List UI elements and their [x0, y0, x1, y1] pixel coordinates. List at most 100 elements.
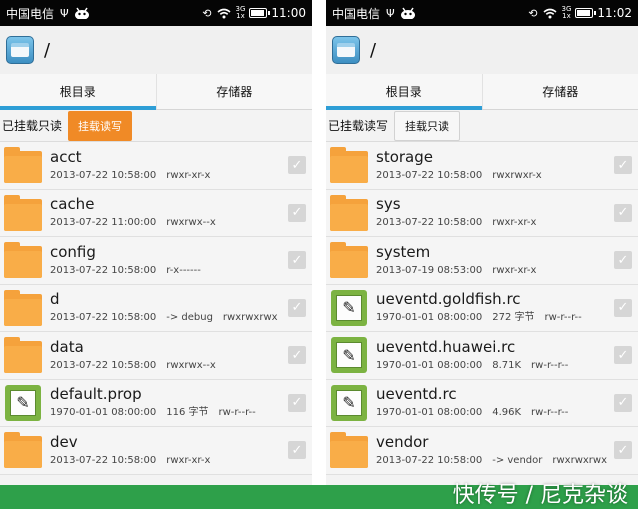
wifi-icon	[543, 8, 557, 19]
wifi-icon	[217, 8, 231, 19]
file-text: acct 2013-07-22 10:58:00 rwxr-xr-x	[50, 148, 312, 183]
file-date: 2013-07-22 10:58:00	[50, 312, 157, 324]
file-row[interactable]: ✎ ueventd.huawei.rc 1970-01-01 08:00:00 8.7…	[326, 332, 638, 380]
edit-file-icon: ✎	[4, 384, 42, 422]
file-text: sys 2013-07-22 10:58:00 rwxr-xr-x	[376, 195, 638, 230]
file-text: config 2013-07-22 10:58:00 r-x------	[50, 243, 312, 278]
watermark: 快传号 / 尼克杂谈	[452, 483, 628, 508]
select-checkbox[interactable]: ✓	[288, 203, 306, 222]
edit-file-icon: ✎	[330, 289, 368, 327]
select-checkbox[interactable]: ✓	[614, 203, 632, 222]
battery-icon	[249, 8, 271, 18]
check-icon: ✓	[291, 252, 303, 268]
file-row[interactable]: sys 2013-07-22 10:58:00 rwxr-xr-x ✓	[326, 189, 638, 237]
file-row[interactable]: storage 2013-07-22 10:58:00 rwxrwxr-x ✓	[326, 142, 638, 190]
file-name: d	[50, 290, 60, 309]
file-meta: 2013-07-22 10:58:00 r-x------	[50, 264, 312, 278]
file-row[interactable]: dev 2013-07-22 10:58:00 rwxr-xr-x ✓	[0, 427, 312, 475]
file-name: system	[376, 242, 431, 261]
file-info: 4.96K	[492, 407, 522, 419]
file-date: 2013-07-22 10:58:00	[50, 169, 157, 181]
file-row[interactable]: ✎ default.prop 1970-01-01 08:00:00 116 字节 rw…	[0, 379, 312, 427]
check-icon: ✓	[617, 252, 629, 268]
select-checkbox[interactable]: ✓	[614, 156, 632, 174]
file-date: 2013-07-22 10:58:00	[376, 217, 483, 229]
select-checkbox[interactable]: ✓	[288, 346, 306, 364]
folder-icon	[330, 431, 368, 469]
file-date: 1970-01-01 08:00:00	[376, 359, 483, 371]
folder-icon	[4, 146, 42, 184]
battery-icon	[575, 8, 597, 18]
file-row[interactable]: data 2013-07-22 10:58:00 rwxrwx--x ✓	[0, 332, 312, 380]
select-checkbox[interactable]: ✓	[288, 251, 306, 269]
file-name: ueventd.goldfish.rc	[376, 290, 521, 309]
select-checkbox[interactable]: ✓	[614, 251, 632, 269]
file-row[interactable]: acct 2013-07-22 10:58:00 rwxr-xr-x ✓	[0, 142, 312, 190]
carrier-name: 中国电信	[332, 6, 381, 21]
file-text: storage 2013-07-22 10:58:00 rwxrwxr-x	[376, 148, 638, 183]
tab-root[interactable]: 根目录	[0, 74, 156, 110]
tab-root[interactable]: 根目录	[326, 74, 482, 110]
carrier-name: 中国电信	[6, 6, 55, 21]
file-row[interactable]: cache 2013-07-22 11:00:00 rwxrwx--x ✓	[0, 189, 312, 237]
status-bar: 中国电信 Ψ ⟲ 3G 1x 11:02	[326, 0, 638, 26]
file-name: ueventd.huawei.rc	[376, 337, 516, 356]
mount-read-only-button[interactable]: 挂载只读	[394, 110, 461, 141]
file-text: data 2013-07-22 10:58:00 rwxrwx--x	[50, 338, 312, 373]
usb-icon: Ψ	[60, 6, 69, 20]
phone-screen-right: 中国电信 Ψ ⟲ 3G 1x 11:02 / 根目录 存储器 已挂载读写 挂载只…	[326, 0, 638, 485]
select-checkbox[interactable]: ✓	[614, 393, 632, 412]
tab-storage[interactable]: 存储器	[155, 74, 313, 109]
file-meta: 2013-07-22 11:00:00 rwxrwx--x	[50, 216, 312, 230]
file-permissions: rw-r--r--	[544, 312, 582, 324]
folder-icon	[330, 146, 368, 184]
file-name: ueventd.rc	[376, 385, 457, 404]
file-date: 1970-01-01 08:00:00	[50, 407, 157, 419]
file-row[interactable]: config 2013-07-22 10:58:00 r-x------ ✓	[0, 237, 312, 285]
file-meta: 2013-07-22 10:58:00 -> vendor rwxrwxrwx	[376, 454, 638, 468]
file-permissions: rwxrwxrwx	[552, 454, 607, 466]
file-row[interactable]: d 2013-07-22 10:58:00 -> debug rwxrwxrwx ✓	[0, 284, 312, 332]
current-path: /	[44, 39, 51, 61]
file-manager-app-icon[interactable]	[332, 36, 360, 64]
file-meta: 2013-07-22 10:58:00 rwxr-xr-x	[376, 216, 638, 230]
usb-icon: Ψ	[386, 6, 395, 20]
file-meta: 2013-07-22 10:58:00 -> debug rwxrwxrwx	[50, 311, 312, 325]
select-checkbox[interactable]: ✓	[288, 441, 306, 459]
select-checkbox[interactable]: ✓	[288, 156, 306, 174]
select-checkbox[interactable]: ✓	[614, 346, 632, 364]
file-row[interactable]: system 2013-07-19 08:53:00 rwxr-xr-x ✓	[326, 237, 638, 285]
file-row[interactable]: vendor 2013-07-22 10:58:00 -> vendor rwxrwx…	[326, 427, 638, 475]
file-meta: 1970-01-01 08:00:00 8.71K rw-r--r--	[376, 359, 638, 373]
select-checkbox[interactable]: ✓	[288, 393, 306, 412]
file-manager-app-icon[interactable]	[6, 36, 34, 64]
mount-read-write-button[interactable]: 挂载读写	[68, 110, 133, 141]
file-date: 2013-07-22 10:58:00	[376, 454, 483, 466]
clock: 11:00	[271, 6, 306, 20]
file-row[interactable]: ✎ ueventd.rc 1970-01-01 08:00:00 4.96K rw-r-…	[326, 379, 638, 427]
mount-status-label: 已挂载只读	[2, 119, 63, 133]
check-icon: ✓	[291, 300, 303, 315]
check-icon: ✓	[617, 205, 629, 220]
file-meta: 2013-07-22 10:58:00 rwxrwxr-x	[376, 169, 638, 183]
file-row[interactable]: ✎ ueventd.goldfish.rc 1970-01-01 08:00:00 2…	[326, 284, 638, 332]
select-checkbox[interactable]: ✓	[288, 298, 306, 317]
select-checkbox[interactable]: ✓	[614, 441, 632, 459]
file-meta: 2013-07-19 08:53:00 rwxr-xr-x	[376, 264, 638, 278]
file-name: storage	[376, 147, 433, 166]
edit-file-icon: ✎	[330, 384, 368, 422]
file-date: 2013-07-22 10:58:00	[50, 454, 157, 466]
folder-icon	[4, 336, 42, 374]
tab-storage[interactable]: 存储器	[481, 74, 638, 109]
signal-1x-label: 1x	[562, 12, 571, 20]
file-permissions: rw-r--r--	[531, 359, 569, 371]
sync-icon: ⟲	[202, 6, 212, 20]
file-text: d 2013-07-22 10:58:00 -> debug rwxrwxrwx	[50, 290, 312, 325]
file-permissions: rw-r--r--	[531, 407, 569, 419]
check-icon: ✓	[617, 157, 629, 173]
file-info: -> debug	[166, 312, 213, 324]
folder-icon	[330, 194, 368, 232]
file-permissions: rwxr-xr-x	[166, 454, 211, 466]
select-checkbox[interactable]: ✓	[614, 298, 632, 317]
file-name: acct	[50, 147, 82, 166]
